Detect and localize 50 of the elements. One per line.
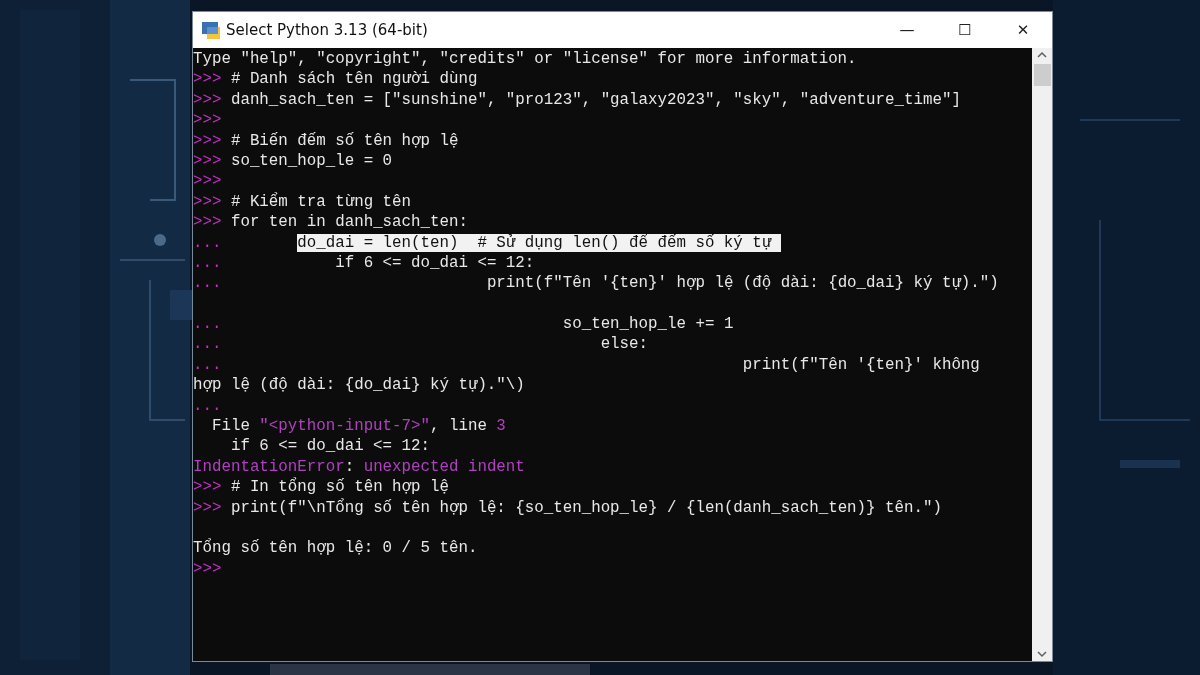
console-prompt: >>>	[193, 192, 222, 211]
console-prompt: >>>	[193, 498, 222, 517]
console-prompt: ...	[193, 274, 222, 293]
console-text: else:	[599, 335, 649, 354]
console-prompt: >>>	[193, 111, 222, 130]
console-text: :	[344, 457, 356, 476]
maximize-button[interactable]: ☐	[936, 12, 994, 48]
minimize-button[interactable]: —	[878, 12, 936, 48]
console-prompt: ...	[193, 335, 222, 354]
console-prompt: ...	[193, 396, 222, 415]
error-text: unexpected indent	[363, 457, 525, 476]
scrollbar[interactable]	[1032, 48, 1052, 661]
console-text: so_ten_hop_le += 1	[561, 315, 734, 334]
console-text: # Biến đếm số tên hợp lệ	[229, 131, 459, 150]
selected-text: do_dai = len(ten) # Sử dụng len() để đếm số ký tự	[297, 233, 781, 252]
console-text: 3	[496, 417, 506, 436]
window-title: Select Python 3.13 (64-bit)	[226, 21, 429, 39]
console-text: "<python-input-7>"	[259, 417, 430, 436]
console-text: print(f"Tên '{ten}' hợp lệ (độ dài: {do_dai} ký tự).")	[485, 274, 999, 293]
console-text: hợp lệ (độ dài: {do_dai} ký tự)."\)	[193, 376, 525, 395]
console-prompt: >>>	[193, 478, 222, 497]
console-text: print(f"Tên '{ten}' không	[741, 355, 980, 374]
console-text: Type "help", "copyright", "credits" or "license" for more information.	[193, 50, 857, 68]
console-text: # Danh sách tên người dùng	[229, 70, 478, 89]
error-text: IndentationError	[193, 457, 345, 476]
console-prompt: >>>	[193, 70, 222, 89]
console-prompt: >>>	[193, 172, 222, 191]
console-prompt: ...	[193, 355, 222, 374]
console-prompt: >>>	[193, 559, 222, 578]
console-text: # In tổng số tên hợp lệ	[229, 478, 449, 497]
console-text: # Kiểm tra từng tên	[229, 192, 412, 211]
close-button[interactable]: ✕	[994, 12, 1052, 48]
console-prompt: ...	[193, 233, 223, 252]
console-text: print(f"\nTổng số tên hợp lệ: {so_ten_hop_le} / {len(danh_sach_ten)} tên.")	[229, 498, 942, 517]
python-icon	[202, 21, 220, 39]
console-prompt: ...	[193, 315, 222, 334]
console-prompt: >>>	[193, 213, 222, 232]
console-prompt: >>>	[193, 151, 222, 170]
console-prompt: ...	[193, 253, 222, 272]
console-prompt: >>>	[193, 131, 222, 150]
console-text: File	[210, 417, 251, 436]
console-text: danh_sach_ten = ["sunshine", "pro123", "galaxy2023", "sky", "adventure_time"]	[229, 90, 961, 109]
console-prompt: >>>	[193, 90, 222, 109]
console-text: so_ten_hop_le = 0	[229, 151, 393, 170]
console-text: if 6 <= do_dai <= 12:	[229, 437, 430, 456]
console-text: if 6 <= do_dai <= 12:	[334, 253, 535, 272]
console-text: , line	[430, 417, 488, 436]
console-text: for ten in danh_sach_ten:	[229, 213, 468, 232]
console-text: Tổng số tên hợp lệ: 0 / 5 tên.	[193, 539, 478, 558]
scroll-thumb[interactable]	[1033, 64, 1051, 86]
